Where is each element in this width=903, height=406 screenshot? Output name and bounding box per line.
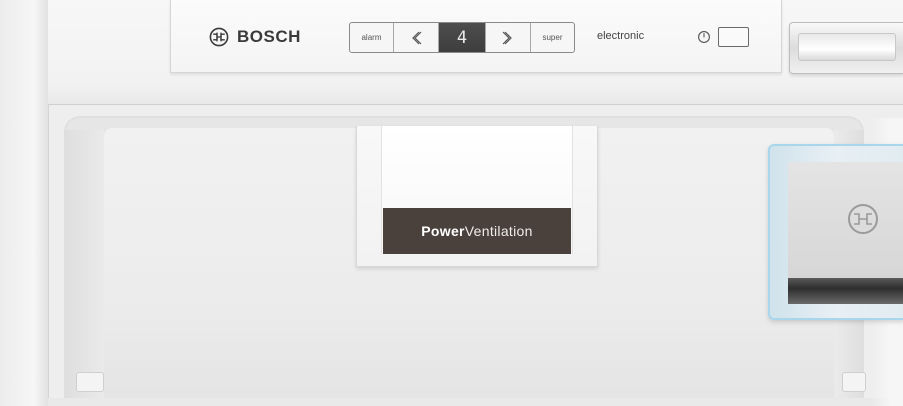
alarm-button[interactable]: alarm <box>350 23 394 52</box>
brand: BOSCH <box>209 26 301 48</box>
fridge-scene: BOSCH alarm 4 super electronic Power Ven… <box>0 0 903 406</box>
increase-button[interactable] <box>486 23 531 52</box>
bosch-armature-icon <box>209 27 229 47</box>
brand-name: BOSCH <box>237 27 301 46</box>
label-ventilation: Ventilation <box>464 223 533 239</box>
interior-left-side <box>64 130 104 406</box>
bottom-edge <box>48 398 903 406</box>
label-power: Power <box>421 223 465 239</box>
power-ventilation-label: Power Ventilation <box>383 208 571 254</box>
control-panel: BOSCH alarm 4 super electronic <box>170 0 782 73</box>
shelf-support-left <box>76 372 104 392</box>
power-ventilation-unit: Power Ventilation <box>356 126 598 267</box>
decrease-button[interactable] <box>394 23 439 52</box>
temperature-display: 4 <box>439 23 486 52</box>
mode-label: electronic <box>597 30 645 42</box>
power-button[interactable] <box>718 27 749 47</box>
temperature-controls: alarm 4 super <box>349 22 575 53</box>
bosch-armature-icon <box>848 204 878 234</box>
super-button[interactable]: super <box>531 23 574 52</box>
chevron-right-icon <box>502 31 512 44</box>
shelf-support-right <box>842 372 866 392</box>
power-icon <box>698 31 710 43</box>
chevron-left-icon <box>412 31 422 44</box>
door-handle <box>789 22 903 74</box>
door-bin <box>768 144 903 320</box>
cabinet-left-edge <box>0 0 49 406</box>
door-handle-grip <box>798 33 896 61</box>
door-bin-trim <box>788 278 903 304</box>
frame-divider <box>48 104 903 105</box>
